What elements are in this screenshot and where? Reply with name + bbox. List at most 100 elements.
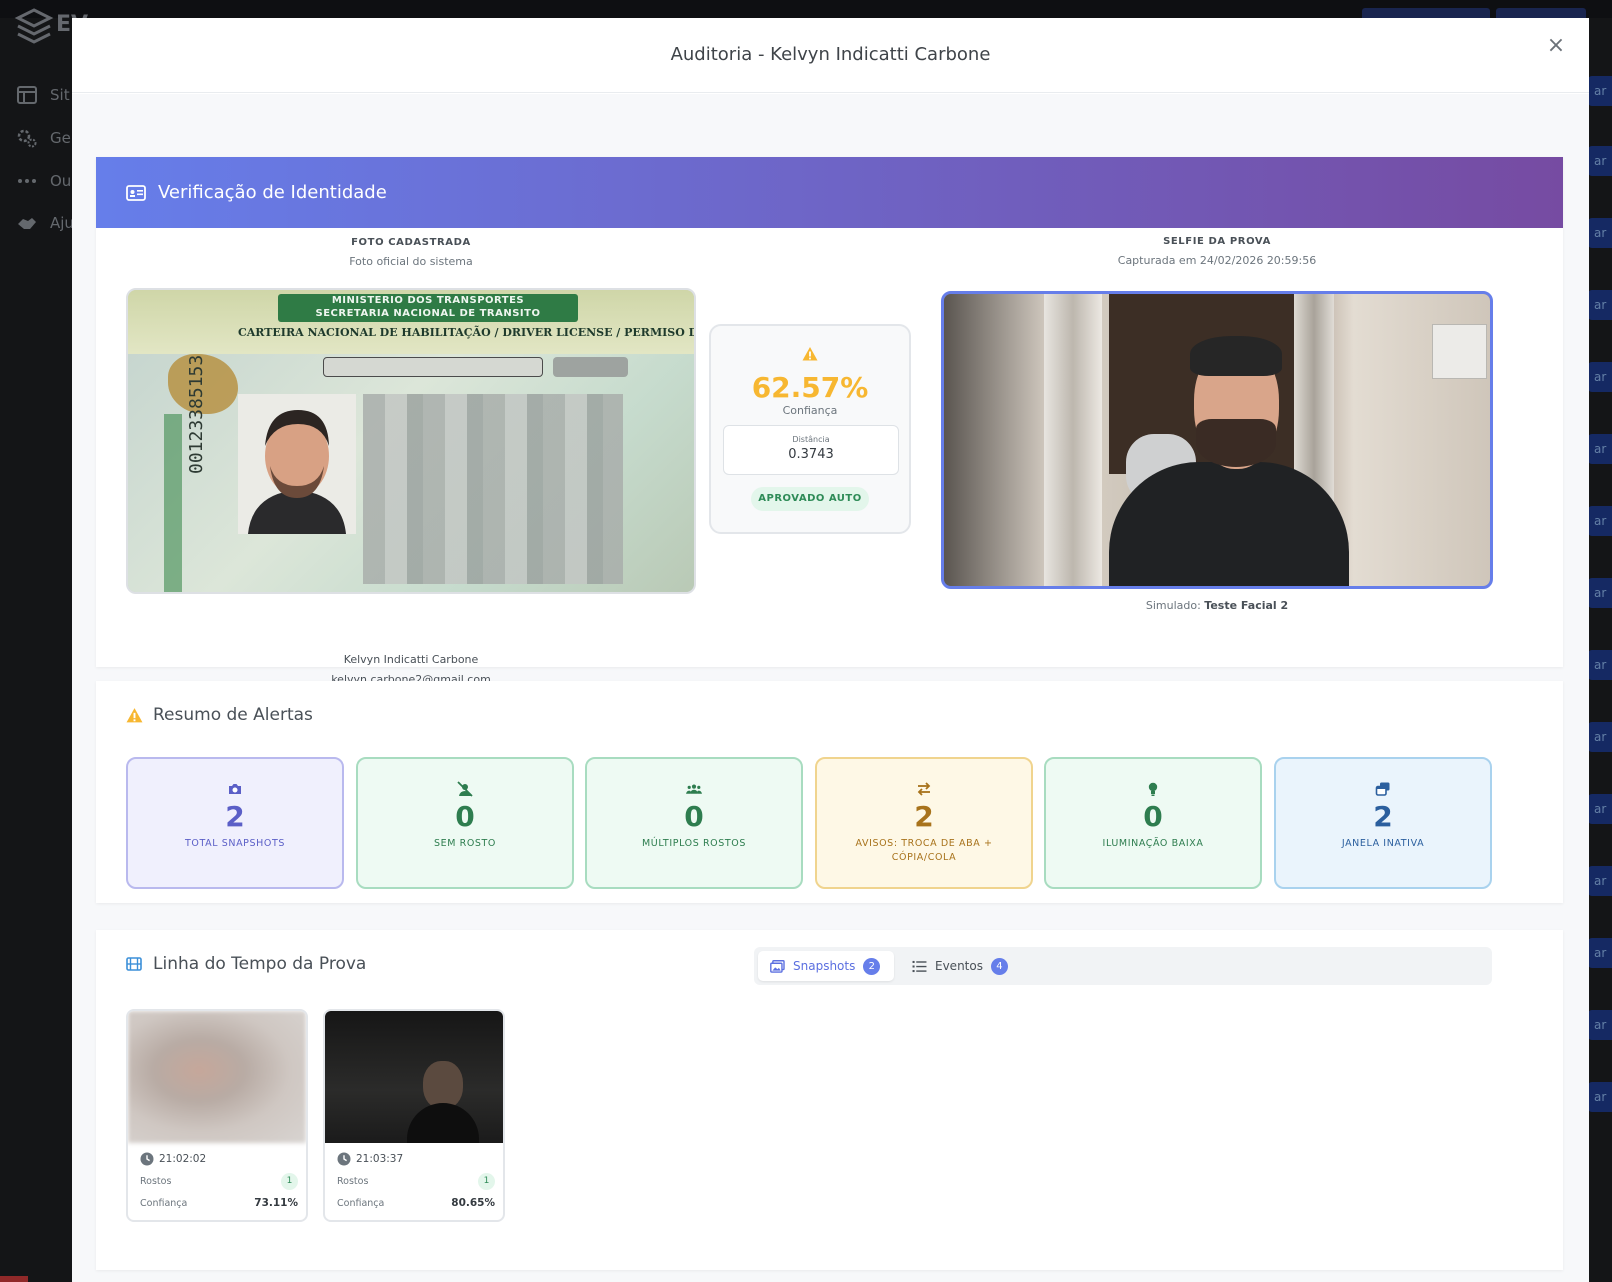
snapshot-time: 21:03:37 — [337, 1152, 403, 1166]
license-side-stripe — [164, 414, 182, 592]
snapshot-confidence-row: Confiança 73.11% — [140, 1197, 298, 1209]
snapshot-confidence-value: 73.11% — [254, 1197, 298, 1209]
match-score-panel: 62.57% Confiança Distância 0.3743 APROVA… — [709, 324, 911, 534]
alert-total-snapshots: 2 TOTAL SNAPSHOTS — [126, 757, 344, 889]
distance-box: Distância 0.3743 — [723, 425, 899, 475]
selfie-caption: Simulado: Teste Facial 2 — [941, 599, 1493, 612]
clock-icon — [140, 1152, 154, 1166]
modal-body: Verificação de Identidade FOTO CADASTRAD… — [72, 94, 1589, 1282]
alerts-header: Resumo de Alertas — [126, 705, 313, 725]
alert-inactive-window: 2 JANELA INATIVA — [1274, 757, 1492, 889]
distance-value: 0.3743 — [788, 447, 834, 462]
selfie-curtain-left — [1044, 294, 1102, 586]
snapshot-faces-label: Rostos — [337, 1176, 369, 1187]
tab-events-count: 4 — [990, 957, 1008, 975]
modal-title: Auditoria - Kelvyn Indicatti Carbone — [670, 44, 991, 65]
license-number: 00123385153 — [186, 354, 207, 474]
selfie-air-conditioner — [1432, 324, 1487, 379]
selfie-caption-prefix: Simulado: — [1145, 599, 1201, 612]
images-icon — [770, 959, 785, 973]
alert-label: MÚLTIPLOS ROSTOS — [642, 838, 746, 849]
snapshot-faces-count: 1 — [281, 1173, 298, 1190]
alerts-title: Resumo de Alertas — [153, 705, 313, 725]
registered-photo-header: FOTO CADASTRADA Foto oficial do sistema — [126, 228, 696, 268]
id-card-icon — [126, 184, 146, 201]
alert-value: 0 — [1143, 800, 1163, 833]
alert-value: 2 — [914, 800, 934, 833]
registered-person-name: Kelvyn Indicatti Carbone — [343, 653, 479, 666]
timeline-card: Linha do Tempo da Prova Snapshots 2 Even… — [96, 930, 1563, 1270]
identity-card-header: Verificação de Identidade — [96, 157, 1563, 228]
snapshot-faces-row: Rostos 1 — [337, 1173, 495, 1190]
snapshot-image[interactable] — [325, 1011, 503, 1143]
alert-label: ILUMINAÇÃO BAIXA — [1102, 838, 1204, 849]
close-button[interactable]: × — [1545, 35, 1567, 57]
tab-snapshots[interactable]: Snapshots 2 — [758, 951, 894, 981]
timeline-tabs: Snapshots 2 Eventos 4 — [754, 947, 1492, 985]
selfie-subtitle: Capturada em 24/02/2026 20:59:56 — [1117, 254, 1317, 267]
distance-label: Distância — [792, 435, 830, 444]
alert-label: JANELA INATIVA — [1341, 838, 1425, 849]
camera-icon — [227, 781, 243, 797]
tab-snapshots-label: Snapshots — [793, 959, 856, 973]
license-title: CARTEIRA NACIONAL DE HABILITAÇÃO / DRIVE… — [238, 326, 694, 339]
selfie-header: SELFIE DA PROVA Capturada em 24/02/2026 … — [941, 236, 1493, 267]
license-ministry-line-1: MINISTERIO DOS TRANSPORTES — [331, 295, 525, 306]
license-data-redacted — [363, 394, 623, 584]
alert-value: 0 — [455, 800, 475, 833]
tab-snapshots-count: 2 — [863, 957, 881, 975]
license-document-body: 00123385153 — [128, 354, 694, 592]
snapshot-person-head — [423, 1061, 463, 1109]
timeline-header: Linha do Tempo da Prova — [126, 954, 366, 974]
warning-icon — [126, 707, 143, 724]
selfie-caption-exam: Teste Facial 2 — [1204, 599, 1289, 612]
snapshot-time-value: 21:02:02 — [159, 1153, 207, 1165]
audit-modal: Auditoria - Kelvyn Indicatti Carbone × V… — [72, 18, 1589, 1282]
alert-label: TOTAL SNAPSHOTS — [184, 838, 285, 849]
alert-tab-switch-copy-paste: 2 AVISOS: TROCA DE ABA + CÓPIA/COLA — [815, 757, 1033, 889]
alert-multiple-faces: 0 MÚLTIPLOS ROSTOS — [585, 757, 803, 889]
selfie-person-body — [1109, 462, 1349, 586]
modal-header: Auditoria - Kelvyn Indicatti Carbone × — [72, 18, 1589, 93]
alert-label: AVISOS: TROCA DE ABA + CÓPIA/COLA — [855, 838, 993, 863]
snapshot-time: 21:02:02 — [140, 1152, 206, 1166]
selfie-person-hair — [1190, 336, 1282, 376]
license-field-box-redacted — [553, 357, 628, 377]
film-icon — [126, 956, 143, 973]
alert-value: 0 — [684, 800, 704, 833]
no-face-icon — [457, 781, 473, 797]
selfie-photo[interactable] — [941, 291, 1493, 589]
tab-events-label: Eventos — [935, 959, 983, 973]
snapshot-faces-row: Rostos 1 — [140, 1173, 298, 1190]
snapshot-confidence-value: 80.65% — [451, 1197, 495, 1209]
snapshot-time-value: 21:03:37 — [356, 1153, 404, 1165]
registered-photo[interactable]: MINISTERIO DOS TRANSPORTES SECRETARIA NA… — [126, 288, 696, 594]
confidence-label: Confiança — [782, 404, 838, 417]
tab-events[interactable]: Eventos 4 — [900, 951, 1018, 981]
license-portrait — [238, 394, 356, 534]
alert-label: SEM ROSTO — [433, 838, 497, 849]
snapshot-card[interactable]: 21:02:02 Rostos 1 Confiança 73.11% — [126, 1009, 308, 1222]
clock-icon — [337, 1152, 351, 1166]
snapshot-confidence-label: Confiança — [337, 1197, 385, 1209]
users-icon — [686, 781, 702, 797]
selfie-person-beard — [1196, 419, 1276, 467]
license-ministry-line-2: SECRETARIA NACIONAL DE TRANSITO — [315, 308, 541, 319]
snapshot-faces-count: 1 — [478, 1173, 495, 1190]
snapshot-card[interactable]: 21:03:37 Rostos 1 Confiança 80.65% — [323, 1009, 505, 1222]
lightbulb-icon — [1145, 781, 1161, 797]
snapshot-confidence-row: Confiança 80.65% — [337, 1197, 495, 1209]
exchange-icon — [916, 781, 932, 797]
snapshot-person-body — [407, 1103, 479, 1143]
timeline-title: Linha do Tempo da Prova — [153, 954, 367, 974]
warning-icon — [711, 346, 909, 365]
license-field-box — [323, 357, 543, 377]
identity-title: Verificação de Identidade — [158, 182, 387, 203]
alert-no-face: 0 SEM ROSTO — [356, 757, 574, 889]
snapshot-faces-label: Rostos — [140, 1176, 172, 1187]
snapshot-image[interactable] — [128, 1011, 306, 1143]
license-ministry-banner: MINISTERIO DOS TRANSPORTES SECRETARIA NA… — [278, 294, 578, 322]
identity-card: Verificação de Identidade FOTO CADASTRAD… — [96, 157, 1563, 686]
confidence-value: 62.57% — [751, 371, 869, 404]
alerts-card: Resumo de Alertas 2 TOTAL SNAPSHOTS 0 SE… — [96, 681, 1563, 903]
